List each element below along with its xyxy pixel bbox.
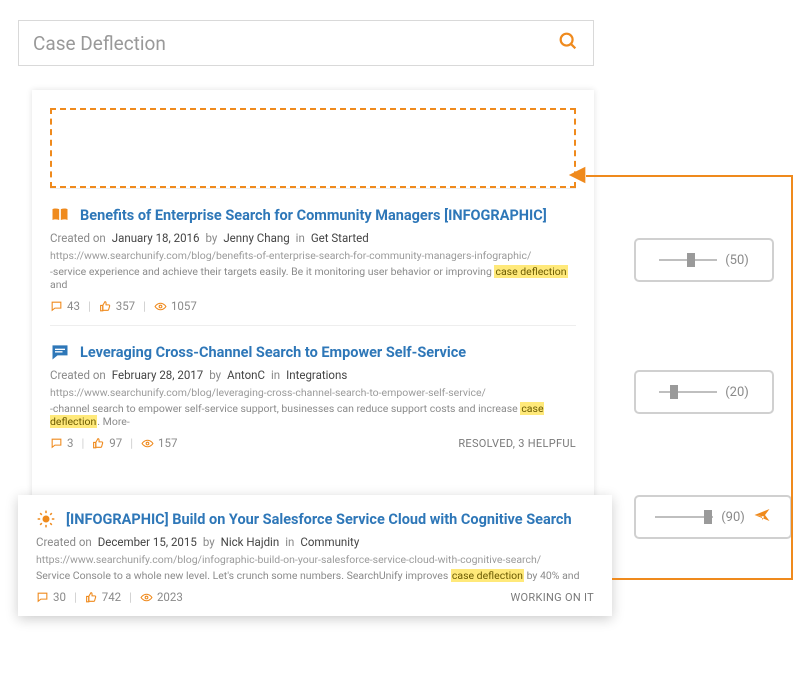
result-title[interactable]: Benefits of Enterprise Search for Commun…	[80, 207, 547, 224]
result-stats: 30 | 742 | 2023 WORKING ON IT	[36, 590, 594, 604]
comment-stat: 3	[50, 436, 73, 450]
search-bar[interactable]: Case Deflection	[18, 20, 594, 66]
connector-line	[612, 578, 793, 580]
result-title[interactable]: Leveraging Cross-Channel Search to Empow…	[80, 344, 466, 361]
like-stat: 742	[85, 590, 121, 604]
result-meta: Created on January 18, 2016 by Jenny Cha…	[50, 231, 576, 245]
result-url: https://www.searchunify.com/blog/infogra…	[36, 553, 594, 566]
result-title[interactable]: [INFOGRAPHIC] Build on Your Salesforce S…	[66, 511, 572, 528]
result-status: RESOLVED, 3 HELPFUL	[458, 437, 576, 450]
comment-stat: 43	[50, 299, 80, 313]
view-stat: 1057	[154, 299, 197, 313]
result-stats: 3 | 97 | 157 RESOLVED, 3 HELPFUL	[50, 436, 576, 450]
result-item: Leveraging Cross-Channel Search to Empow…	[50, 325, 576, 462]
like-stat: 357	[99, 299, 135, 313]
chat-icon	[50, 342, 70, 362]
result-item: Benefits of Enterprise Search for Commun…	[50, 188, 576, 325]
result-snippet: -service experience and achieve their ta…	[50, 265, 576, 291]
search-icon[interactable]	[557, 30, 579, 56]
result-snippet: -channel search to empower self-service …	[50, 402, 576, 428]
plane-icon	[753, 506, 771, 528]
view-stat: 2023	[140, 590, 183, 604]
result-item-boosted: [INFOGRAPHIC] Build on Your Salesforce S…	[18, 495, 612, 616]
highlight: case deflection	[451, 569, 524, 582]
slider-thumb[interactable]	[704, 510, 712, 524]
search-input[interactable]: Case Deflection	[33, 32, 557, 55]
highlight: case deflection	[494, 265, 567, 278]
slider-value: (90)	[721, 510, 745, 525]
boost-slider[interactable]: (50)	[634, 238, 774, 282]
comment-stat: 30	[36, 590, 66, 604]
arrowhead-icon	[567, 164, 589, 186]
result-meta: Created on December 15, 2015 by Nick Haj…	[36, 535, 594, 549]
slider-track[interactable]	[659, 391, 717, 393]
drop-target	[50, 108, 576, 188]
boost-slider[interactable]: (90)	[634, 495, 792, 539]
result-snippet: Service Console to a whole new level. Le…	[36, 569, 594, 582]
slider-track[interactable]	[655, 516, 713, 518]
result-meta: Created on February 28, 2017 by AntonC i…	[50, 368, 576, 382]
result-status: WORKING ON IT	[510, 591, 594, 604]
slider-value: (20)	[725, 385, 749, 400]
slider-value: (50)	[725, 253, 749, 268]
slider-track[interactable]	[659, 259, 717, 261]
lightbulb-icon	[36, 509, 56, 529]
view-stat: 157	[141, 436, 177, 450]
result-url: https://www.searchunify.com/blog/benefit…	[50, 249, 576, 262]
like-stat: 97	[92, 436, 122, 450]
result-stats: 43 | 357 | 1057	[50, 299, 576, 313]
slider-thumb[interactable]	[670, 385, 678, 399]
book-icon	[50, 205, 70, 225]
slider-thumb[interactable]	[687, 253, 695, 267]
connector-line	[586, 175, 793, 177]
boost-slider[interactable]: (20)	[634, 370, 774, 414]
result-url: https://www.searchunify.com/blog/leverag…	[50, 386, 576, 399]
connector-line	[791, 175, 793, 580]
